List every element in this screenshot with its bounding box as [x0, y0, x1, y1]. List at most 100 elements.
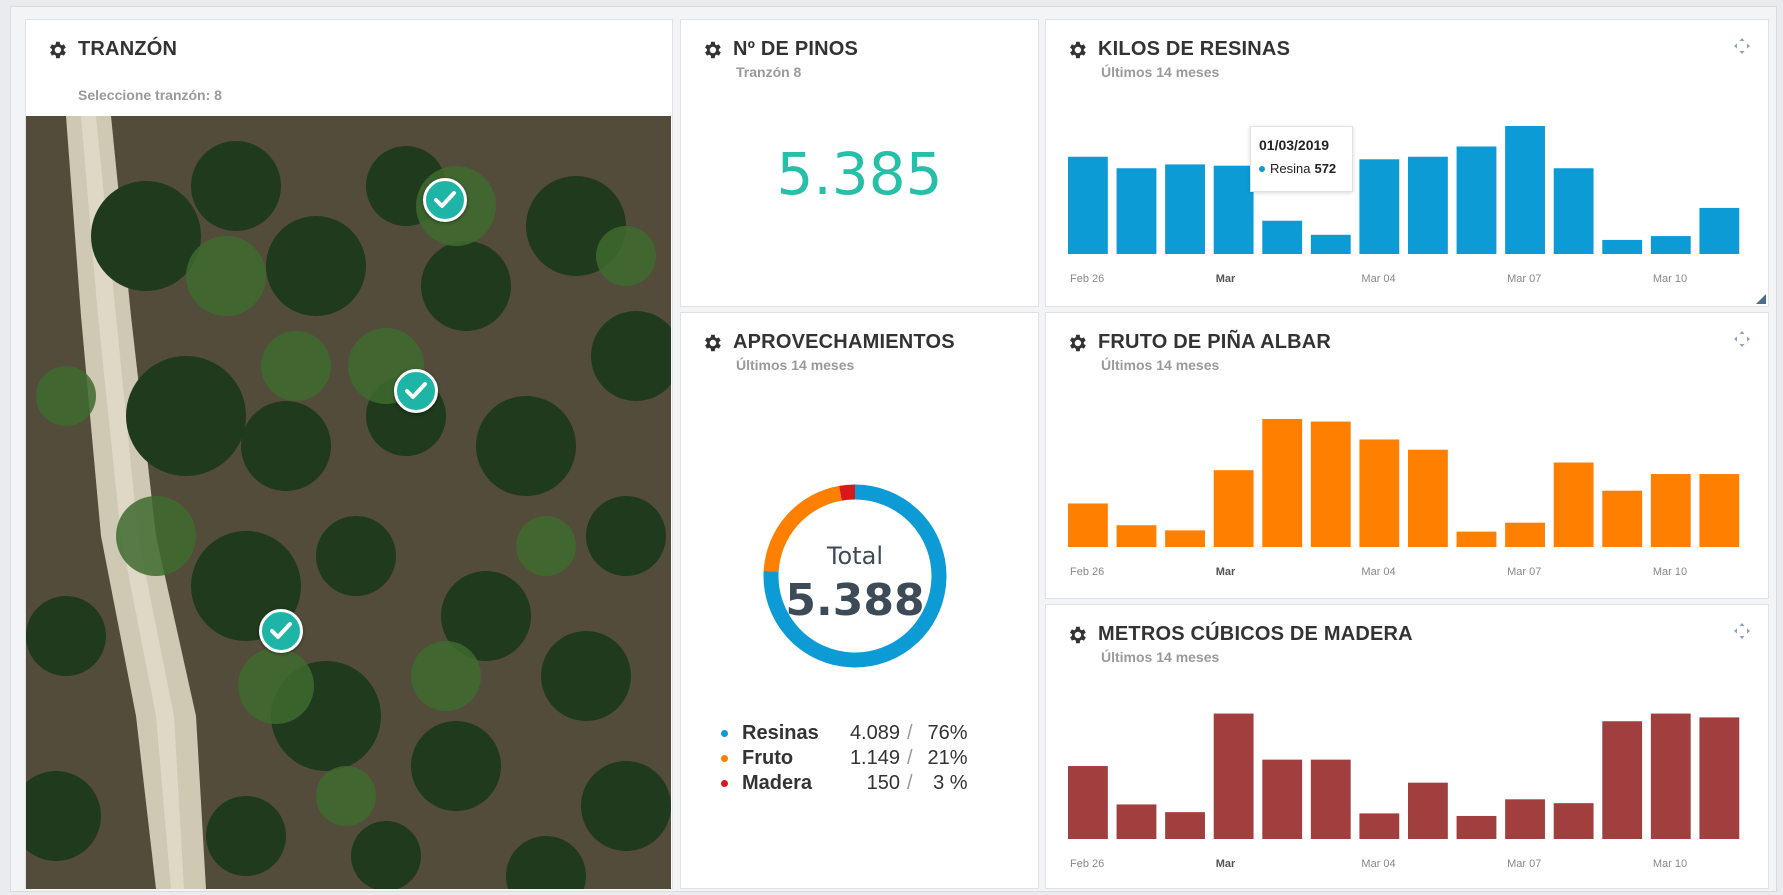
- fruto-bar[interactable]: [1068, 503, 1108, 547]
- pinos-count: 5.385: [776, 140, 943, 208]
- madera-bar[interactable]: [1699, 717, 1740, 839]
- madera-x-tick-label: Mar 07: [1507, 858, 1541, 870]
- tooltip-series: Resina: [1270, 161, 1311, 176]
- resinas-panel: KILOS DE RESINAS Últimos 14 meses Feb 26…: [1045, 19, 1769, 307]
- tranzon-panel: TRANZÓN Seleccione tranzón: 8: [25, 19, 673, 889]
- fruto-bar[interactable]: [1602, 490, 1643, 547]
- madera-bar[interactable]: [1165, 812, 1205, 839]
- madera-bar[interactable]: [1116, 804, 1157, 839]
- legend-name: Resinas: [742, 722, 819, 744]
- legend-item-resinas[interactable]: Resinas 4.089 / 76%: [721, 721, 968, 746]
- check-icon: [405, 382, 427, 399]
- resinas-x-tick-label: Mar 10: [1653, 273, 1687, 285]
- donut-slice-madera[interactable]: [839, 484, 856, 501]
- legend-value: 4.089: [849, 722, 900, 744]
- resinas-bar[interactable]: [1650, 236, 1691, 254]
- gear-icon[interactable]: [701, 332, 723, 354]
- tooltip-series-dot: [1259, 165, 1265, 172]
- legend-percent: 21%: [927, 747, 968, 769]
- pinos-panel: Nº DE PINOS Tranzón 8 5.385: [680, 19, 1039, 307]
- madera-panel: METROS CÚBICOS DE MADERA Últimos 14 mese…: [1045, 604, 1769, 889]
- pinos-subtitle: Tranzón 8: [736, 64, 802, 80]
- madera-bar[interactable]: [1359, 813, 1400, 839]
- legend-item-madera[interactable]: Madera 150 / 3 %: [721, 771, 968, 796]
- fruto-bar[interactable]: [1165, 530, 1205, 547]
- fruto-bar[interactable]: [1505, 522, 1545, 547]
- resinas-bar[interactable]: [1505, 126, 1545, 254]
- tree-marker-1[interactable]: [423, 178, 467, 222]
- fruto-x-tick-label: Feb 26: [1070, 566, 1104, 578]
- resinas-x-tick-label: Feb 26: [1070, 273, 1104, 285]
- legend-dot: [721, 730, 728, 737]
- resize-handle-icon[interactable]: [1756, 294, 1766, 304]
- legend-item-fruto[interactable]: Fruto 1.149 / 21%: [721, 746, 968, 771]
- madera-bar[interactable]: [1213, 713, 1254, 839]
- resinas-bar[interactable]: [1262, 220, 1303, 254]
- aprovechamientos-title-text: APROVECHAMIENTOS: [733, 331, 955, 353]
- resinas-bar-chart[interactable]: Feb 26 Mar Mar 04 Mar 07 Mar 10: [1046, 20, 1770, 308]
- resinas-bar[interactable]: [1359, 159, 1400, 254]
- resinas-bar[interactable]: [1165, 164, 1205, 254]
- madera-bar[interactable]: [1553, 803, 1594, 839]
- resinas-bar[interactable]: [1456, 146, 1497, 254]
- fruto-bar-chart[interactable]: Feb 26 Mar Mar 04 Mar 07 Mar 10: [1046, 313, 1770, 600]
- resinas-bar[interactable]: [1116, 168, 1157, 254]
- tree-marker-2[interactable]: [394, 369, 438, 413]
- resinas-bar[interactable]: [1310, 234, 1351, 254]
- donut-total-value: 5.388: [785, 575, 924, 626]
- resinas-bar[interactable]: [1602, 239, 1643, 254]
- resinas-bar[interactable]: [1699, 207, 1740, 254]
- tree-marker-3[interactable]: [259, 609, 303, 653]
- aprovechamientos-panel: APROVECHAMIENTOS Últimos 14 meses Total …: [680, 312, 1039, 889]
- resinas-bar[interactable]: [1553, 168, 1594, 254]
- madera-bar-chart[interactable]: Feb 26 Mar Mar 04 Mar 07 Mar 10: [1046, 605, 1770, 890]
- madera-x-tick-label: Mar: [1216, 858, 1236, 870]
- legend-separator: /: [907, 747, 913, 769]
- madera-bar[interactable]: [1456, 815, 1497, 839]
- fruto-bar[interactable]: [1408, 449, 1448, 547]
- donut-total-label: Total: [826, 542, 883, 570]
- fruto-bar[interactable]: [1262, 419, 1303, 547]
- legend-dot: [721, 755, 728, 762]
- tranzon-selector[interactable]: Seleccione tranzón: 8: [78, 87, 222, 103]
- check-icon: [270, 622, 292, 639]
- donut-chart[interactable]: Total 5.388: [681, 423, 1040, 723]
- legend-value: 1.149: [849, 747, 900, 769]
- gear-icon[interactable]: [701, 39, 723, 61]
- fruto-bar[interactable]: [1310, 421, 1351, 547]
- aprovechamientos-title: APROVECHAMIENTOS: [701, 331, 955, 354]
- fruto-bar[interactable]: [1650, 474, 1691, 547]
- madera-bar[interactable]: [1602, 721, 1643, 839]
- tranzon-title: TRANZÓN: [46, 38, 177, 61]
- resinas-bar[interactable]: [1213, 165, 1254, 254]
- gear-icon[interactable]: [46, 39, 68, 61]
- fruto-panel: FRUTO DE PIÑA ALBAR Últimos 14 meses Feb…: [1045, 312, 1769, 599]
- fruto-bar[interactable]: [1456, 531, 1497, 547]
- fruto-bar[interactable]: [1359, 439, 1400, 547]
- resinas-x-tick-label: Mar 07: [1507, 273, 1541, 285]
- fruto-x-tick-label: Mar 04: [1361, 566, 1395, 578]
- tooltip-value: 572: [1314, 161, 1337, 176]
- fruto-bar[interactable]: [1553, 462, 1594, 547]
- madera-bar[interactable]: [1310, 759, 1351, 839]
- satellite-map[interactable]: [26, 116, 671, 889]
- fruto-bar[interactable]: [1116, 525, 1157, 547]
- fruto-bar[interactable]: [1699, 474, 1740, 547]
- madera-x-tick-label: Mar 04: [1361, 858, 1395, 870]
- madera-bar[interactable]: [1408, 782, 1448, 839]
- madera-bar[interactable]: [1650, 713, 1691, 839]
- legend-separator: /: [907, 722, 913, 744]
- resinas-bar[interactable]: [1408, 156, 1448, 254]
- madera-bar[interactable]: [1068, 766, 1108, 839]
- madera-bar[interactable]: [1505, 799, 1545, 839]
- resinas-x-tick-label: Mar: [1216, 273, 1236, 285]
- resinas-tooltip: 01/03/2019 Resina 572: [1250, 126, 1353, 192]
- madera-x-tick-label: Mar 10: [1653, 858, 1687, 870]
- madera-bar[interactable]: [1262, 759, 1303, 839]
- tooltip-row: Resina 572: [1259, 161, 1344, 176]
- tooltip-date: 01/03/2019: [1259, 137, 1330, 153]
- resinas-bar[interactable]: [1068, 156, 1108, 254]
- fruto-x-tick-label: Mar 07: [1507, 566, 1541, 578]
- legend-separator: /: [907, 772, 913, 794]
- fruto-bar[interactable]: [1213, 470, 1254, 547]
